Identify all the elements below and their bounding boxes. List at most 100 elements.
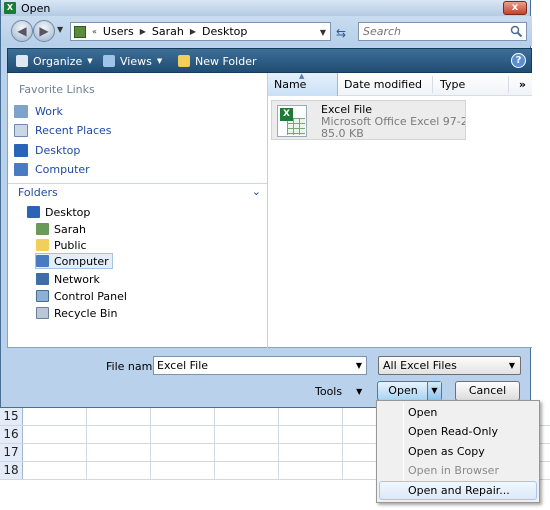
menu-item-open-in-browser[interactable]: Open in Browser	[379, 461, 537, 480]
open-options-menu: Open Open Read-Only Open as Copy Open in…	[376, 400, 540, 503]
favorite-link-computer[interactable]: Computer	[14, 161, 90, 177]
chevron-down-icon[interactable]: ⌄	[252, 185, 261, 198]
menu-item-open-as-copy[interactable]: Open as Copy	[379, 442, 537, 461]
tree-item-recycle-bin[interactable]: Recycle Bin	[36, 305, 117, 321]
recycle-bin-icon	[36, 307, 49, 319]
menu-item-open-read-only[interactable]: Open Read-Only	[379, 422, 537, 441]
folder-icon	[36, 239, 49, 251]
search-box	[358, 22, 527, 41]
dialog-title: Open	[21, 1, 51, 15]
chevron-down-icon: ▼	[508, 361, 515, 370]
document-icon	[14, 104, 28, 118]
row-header[interactable]: 15	[0, 408, 23, 425]
folders-header-label: Folders	[18, 186, 58, 199]
breadcrumb-separator-icon[interactable]: ▶	[140, 27, 146, 36]
recent-places-icon	[14, 123, 28, 137]
address-chevron-down-icon[interactable]: ▼	[320, 28, 326, 37]
organize-button[interactable]: Organize ▼	[16, 53, 93, 69]
tree-item-network[interactable]: Network	[36, 271, 100, 287]
chevron-down-icon: ▼	[356, 386, 363, 396]
file-type-value: All Excel Files	[383, 359, 457, 372]
favorite-link-work[interactable]: Work	[14, 103, 63, 119]
new-folder-icon	[178, 55, 190, 67]
desktop-icon	[14, 143, 28, 157]
cancel-button[interactable]: Cancel	[455, 381, 520, 401]
tree-item-desktop[interactable]: Desktop	[27, 204, 90, 220]
folders-header[interactable]: Folders ⌄	[8, 183, 267, 201]
desktop-icon	[27, 206, 40, 218]
chevron-down-icon: ▼	[87, 57, 93, 65]
views-label: Views	[120, 54, 152, 68]
close-button[interactable]: x	[503, 1, 527, 15]
computer-icon	[36, 255, 49, 267]
file-list-pane: ▲ Name Date modified Type » X Excel File…	[268, 72, 532, 348]
folder-icon	[74, 25, 86, 38]
refresh-icon[interactable]: ⇆	[336, 26, 346, 40]
tree-item-label: Recycle Bin	[54, 306, 118, 320]
address-bar[interactable]: « Users ▶ Sarah ▶ Desktop ▼	[70, 22, 331, 41]
new-folder-button[interactable]: New Folder	[178, 53, 256, 69]
row-header[interactable]: 18	[0, 462, 23, 479]
title-bar[interactable]: X Open x	[1, 0, 530, 16]
tools-label: Tools	[315, 384, 343, 398]
column-divider[interactable]	[508, 76, 509, 93]
tree-item-public[interactable]: Public	[36, 237, 87, 253]
row-header[interactable]: 17	[0, 444, 23, 461]
breadcrumb-users[interactable]: Users	[103, 25, 134, 38]
file-name-combobox: ▼	[153, 356, 367, 375]
address-row: ◀ ▶ ▼ « Users ▶ Sarah ▶ Desktop ▼ ⇆	[1, 16, 532, 46]
favorite-links-header: Favorite Links	[19, 83, 95, 96]
views-icon	[103, 55, 115, 67]
open-button[interactable]: Open	[378, 382, 428, 400]
column-header-name-label: Name	[274, 78, 307, 91]
more-columns-icon[interactable]: »	[519, 78, 526, 91]
search-input[interactable]	[363, 25, 503, 38]
column-header-date-modified[interactable]: Date modified	[344, 78, 422, 91]
column-header-name[interactable]: ▲ Name	[268, 72, 338, 96]
tree-item-label: Network	[54, 272, 100, 286]
forward-button[interactable]: ▶	[33, 20, 55, 42]
menu-item-open[interactable]: Open	[379, 403, 537, 422]
breadcrumb-overflow-icon[interactable]: «	[92, 27, 97, 36]
tree-item-computer[interactable]: Computer	[35, 253, 113, 269]
recent-pages-chevron-down-icon[interactable]: ▼	[57, 25, 63, 34]
excel-app-icon: X	[4, 2, 16, 14]
tree-item-label: Desktop	[45, 205, 91, 219]
open-options-chevron-down-icon[interactable]: ▼	[427, 382, 441, 400]
column-divider[interactable]	[432, 76, 433, 93]
column-header-row: ▲ Name Date modified Type »	[268, 72, 532, 96]
back-button[interactable]: ◀	[11, 20, 33, 42]
tree-item-control-panel[interactable]: Control Panel	[36, 288, 127, 304]
chevron-down-icon[interactable]: ▼	[356, 361, 362, 370]
row-header[interactable]: 16	[0, 426, 23, 443]
file-item[interactable]: X Excel File Microsoft Office Excel 97-2…	[271, 100, 466, 140]
organize-icon	[16, 55, 28, 67]
favorite-link-desktop[interactable]: Desktop	[14, 142, 80, 158]
favorite-link-recent-places[interactable]: Recent Places	[14, 122, 112, 138]
breadcrumb-sarah[interactable]: Sarah	[152, 25, 184, 38]
breadcrumb-desktop[interactable]: Desktop	[202, 25, 247, 38]
column-header-type[interactable]: Type	[440, 78, 465, 91]
computer-icon	[14, 162, 28, 176]
tree-item-sarah[interactable]: Sarah	[36, 221, 86, 237]
user-folder-icon	[36, 223, 49, 235]
navigation-pane: Favorite Links Work Recent Places Deskto…	[7, 73, 267, 348]
file-name-input[interactable]	[157, 359, 347, 372]
file-size-text: 85.0 KB	[321, 127, 364, 140]
favorite-link-label: Work	[35, 104, 63, 118]
file-type-select[interactable]: All Excel Files ▼	[378, 356, 521, 375]
excel-file-icon: X	[277, 105, 307, 137]
control-panel-icon	[36, 290, 49, 302]
favorite-link-label: Computer	[35, 162, 90, 176]
views-button[interactable]: Views ▼	[103, 53, 162, 69]
network-icon	[36, 273, 49, 285]
tree-item-label: Computer	[54, 254, 109, 268]
search-icon[interactable]	[510, 25, 523, 38]
breadcrumb-separator-icon[interactable]: ▶	[190, 27, 196, 36]
menu-item-open-and-repair[interactable]: Open and Repair...	[379, 481, 537, 500]
favorite-link-label: Desktop	[35, 143, 81, 157]
help-icon[interactable]: ?	[511, 53, 526, 68]
tools-button[interactable]: Tools ▼	[315, 383, 362, 399]
command-toolbar: Organize ▼ Views ▼ New Folder ?	[7, 48, 532, 73]
favorite-link-label: Recent Places	[35, 123, 112, 137]
